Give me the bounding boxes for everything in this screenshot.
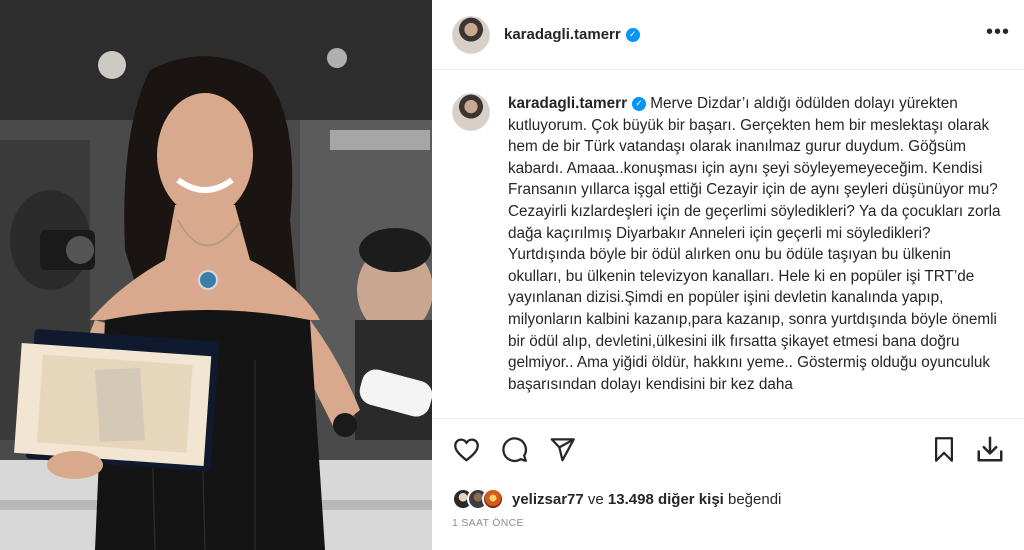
bookmark-icon[interactable] bbox=[928, 433, 960, 465]
caption-username[interactable]: karadagli.tamerr bbox=[508, 95, 627, 112]
caption-text: karadagli.tamerr ✓ Merve Dizdar’ı aldığı … bbox=[508, 93, 1004, 417]
download-icon[interactable] bbox=[974, 433, 1006, 465]
post-detail-panel: karadagli.tamerr ✓ ••• karadagli.tamerr ✓… bbox=[432, 0, 1024, 550]
more-options-icon[interactable]: ••• bbox=[986, 22, 1010, 42]
comment-icon[interactable] bbox=[498, 434, 530, 466]
send-icon[interactable] bbox=[546, 434, 578, 466]
heart-icon[interactable] bbox=[450, 434, 482, 466]
caption-body: Merve Dizdar’ı aldığı ödülden dolayı yür… bbox=[508, 95, 1001, 393]
action-bar-right bbox=[928, 433, 1020, 465]
post-timestamp[interactable]: 1 SAAT ÖNCE bbox=[452, 517, 524, 529]
likes-connector: ve bbox=[583, 490, 608, 508]
first-liker-username[interactable]: yelizsar77 bbox=[512, 491, 584, 508]
photo-illustration bbox=[0, 0, 432, 550]
author-username[interactable]: karadagli.tamerr bbox=[504, 26, 621, 43]
post-header: karadagli.tamerr ✓ ••• bbox=[432, 0, 1024, 70]
caption-verified-badge-icon: ✓ bbox=[632, 96, 647, 111]
likes-others-count[interactable]: 13.498 diğer kişi bbox=[608, 491, 724, 508]
action-bar bbox=[432, 418, 1024, 480]
verified-badge-icon: ✓ bbox=[625, 27, 640, 42]
liker-avatar[interactable] bbox=[482, 488, 504, 510]
liker-avatars bbox=[452, 488, 504, 510]
likes-summary: yelizsar77 ve 13.498 diğer kişi beğendi bbox=[452, 486, 781, 512]
caption-area: karadagli.tamerr ✓ Merve Dizdar’ı aldığı … bbox=[432, 71, 1024, 417]
post-photo bbox=[0, 0, 432, 550]
caption-author-avatar[interactable] bbox=[452, 93, 490, 131]
author-avatar[interactable] bbox=[452, 15, 490, 54]
likes-suffix: beğendi bbox=[723, 490, 782, 508]
